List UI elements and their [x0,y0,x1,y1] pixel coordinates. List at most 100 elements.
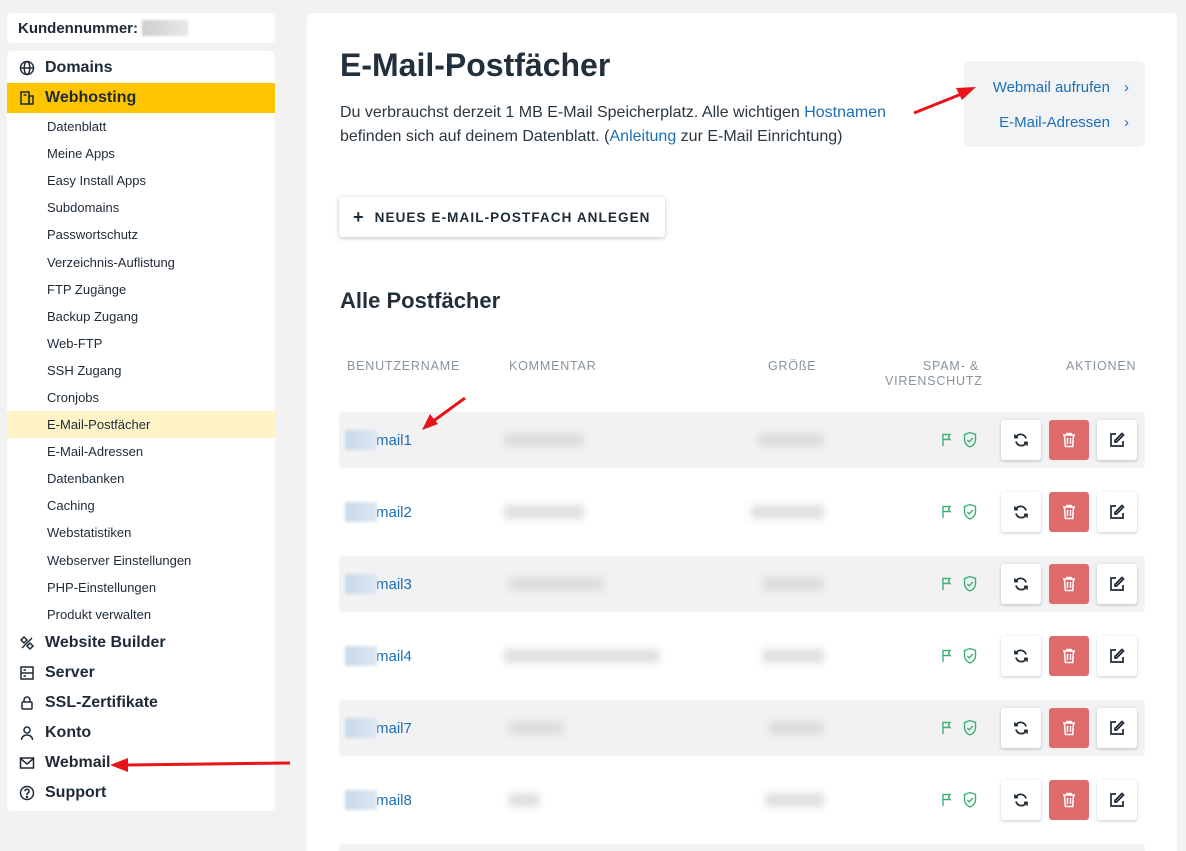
sidebar-sub-email-postfaecher[interactable]: E-Mail-Postfächer [7,411,275,439]
intro-text-part: befinden sich auf deinem Datenblatt. ( [340,128,610,145]
flag-icon [942,505,952,518]
flag-icon [942,433,952,446]
new-mailbox-button[interactable]: + NEUES E-MAIL-POSTFACH ANLEGEN [339,197,665,237]
sidebar-sub-backup-zugang[interactable]: Backup Zugang [7,303,275,330]
sidebar-sub-datenblatt[interactable]: Datenblatt [7,113,275,140]
comment-redacted [504,505,584,519]
edit-button[interactable] [1097,420,1137,460]
trash-icon [1063,432,1075,448]
table-row: mail3 [339,556,1145,612]
quick-link-label: E-Mail-Adressen [999,113,1110,131]
email-adressen-link[interactable]: E-Mail-Adressen › [999,112,1129,132]
delete-button[interactable] [1049,420,1089,460]
lock-icon [19,695,35,711]
edit-icon [1110,504,1125,519]
sidebar-sub-webstatistiken[interactable]: Webstatistiken [7,519,275,546]
mailbox-username: mail3 [376,575,412,593]
anleitung-link[interactable]: Anleitung [610,128,677,145]
mailbox-username: mail7 [376,719,412,737]
sidebar-item-konto[interactable]: Konto [7,718,275,748]
webmail-aufrufen-link[interactable]: Webmail aufrufen › [993,77,1129,97]
shield-check-icon [963,647,977,664]
sidebar-sub-php-einstellungen[interactable]: PHP-Einstellungen [7,574,275,601]
shield-check-icon [963,431,977,448]
sidebar-sub-subdomains[interactable]: Subdomains [7,194,275,221]
mailbox-username-link[interactable]: mail1 [345,430,412,450]
edit-button[interactable] [1097,492,1137,532]
main-panel: E-Mail-Postfächer Du verbrauchst derzeit… [307,13,1177,851]
intro-text-part: zur E-Mail Einrichtung) [676,128,843,145]
delete-button[interactable] [1049,636,1089,676]
sidebar-sub-passwortschutz[interactable]: Passwortschutz [7,221,275,248]
delete-button[interactable] [1049,564,1089,604]
column-header-size: GRÖßE [768,359,817,373]
sidebar-sub-web-ftp[interactable]: Web-FTP [7,330,275,357]
edit-button[interactable] [1097,780,1137,820]
refresh-icon [1014,721,1028,735]
flag-icon [942,649,952,662]
intro-text: Du verbrauchst derzeit 1 MB E-Mail Speic… [340,101,920,149]
refresh-button[interactable] [1001,636,1041,676]
sidebar-sub-label: E-Mail-Postfächer [47,417,151,433]
mailbox-username-link[interactable]: mail7 [345,718,412,738]
sidebar-item-webmail[interactable]: Webmail [7,748,275,778]
mailbox-username-link[interactable]: mail2 [345,502,412,522]
sidebar-sub-webserver-einstellungen[interactable]: Webserver Einstellungen [7,547,275,574]
delete-button[interactable] [1049,780,1089,820]
edit-button[interactable] [1097,708,1137,748]
delete-button[interactable] [1049,492,1089,532]
sidebar-sub-caching[interactable]: Caching [7,492,275,519]
sidebar-item-label: Support [45,783,107,801]
edit-icon [1110,648,1125,663]
sidebar-sub-label: Verzeichnis-Auflistung [47,254,175,270]
sidebar-sub-cronjobs[interactable]: Cronjobs [7,384,275,411]
sidebar-sub-email-adressen[interactable]: E-Mail-Adressen [7,438,275,465]
sidebar-item-domains[interactable]: Domains [7,53,275,83]
sidebar-item-ssl-zertifikate[interactable]: SSL-Zertifikate [7,688,275,718]
help-icon [19,785,35,801]
comment-redacted [509,793,539,807]
list-title: Alle Postfächer [340,288,501,313]
edit-button[interactable] [1097,636,1137,676]
sidebar-sub-ssh-zugang[interactable]: SSH Zugang [7,357,275,384]
redacted-prefix [345,718,377,738]
sidebar-sub-produkt-verwalten[interactable]: Produkt verwalten [7,601,275,628]
sidebar-sub-easy-install-apps[interactable]: Easy Install Apps [7,167,275,194]
refresh-button[interactable] [1001,564,1041,604]
sidebar-sub-ftp-zugaenge[interactable]: FTP Zugänge [7,276,275,303]
mailbox-username-link[interactable]: mail8 [345,790,412,810]
globe-icon [19,60,35,76]
mailbox-username-link[interactable]: mail3 [345,574,412,594]
delete-button[interactable] [1049,708,1089,748]
column-header-comment: KOMMENTAR [509,359,597,373]
sidebar-sub-datenbanken[interactable]: Datenbanken [7,465,275,492]
sidebar-item-webhosting[interactable]: Webhosting [7,83,275,113]
refresh-button[interactable] [1001,708,1041,748]
sidebar-sub-label: Webserver Einstellungen [47,552,192,568]
size-redacted [769,721,824,735]
sidebar-item-label: Server [45,663,95,681]
hosting-icon [19,90,35,106]
mail-icon [19,755,35,771]
sidebar-sub-meine-apps[interactable]: Meine Apps [7,140,275,167]
column-header-spam-line: SPAM- & [922,359,979,373]
comment-redacted [504,649,659,663]
refresh-button[interactable] [1001,420,1041,460]
refresh-icon [1014,793,1028,807]
shield-check-icon [963,503,977,520]
size-redacted [766,793,824,807]
hostnamen-link[interactable]: Hostnamen [804,104,886,121]
sidebar-item-server[interactable]: Server [7,658,275,688]
edit-button[interactable] [1097,564,1137,604]
mailbox-username-link[interactable]: mail4 [345,646,412,666]
refresh-button[interactable] [1001,492,1041,532]
sidebar-item-support[interactable]: Support [7,778,275,808]
sidebar-sub-label: Cronjobs [47,389,100,405]
trash-icon [1063,648,1075,664]
refresh-button[interactable] [1001,780,1041,820]
sidebar-item-website-builder[interactable]: Website Builder [7,628,275,658]
size-redacted [762,649,824,663]
sidebar-sub-verzeichnis-auflistung[interactable]: Verzeichnis-Auflistung [7,248,275,275]
comment-redacted [509,721,564,735]
sidebar-sub-label: Caching [47,498,95,514]
